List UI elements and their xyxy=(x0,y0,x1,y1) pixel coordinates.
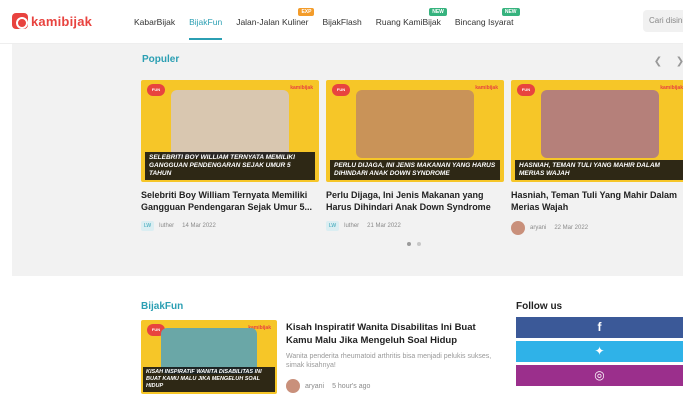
twitter-icon: ✦ xyxy=(594,344,605,358)
populer-title: Populer xyxy=(142,54,180,65)
chevron-left-icon[interactable]: ❮ xyxy=(650,54,666,70)
nav-item-jalan-jalan-kuliner[interactable]: Jalan-Jalan Kuliner EXP xyxy=(236,0,315,44)
thumbnail-caption: SELEBRITI BOY WILLIAM TERNYATA MEMILIKI … xyxy=(145,152,315,180)
author-badge: LW xyxy=(326,221,340,231)
card-title[interactable]: Hasniah, Teman Tuli Yang Mahir Dalam Mer… xyxy=(511,189,683,213)
brand-watermark: kamibijak xyxy=(660,85,683,91)
nav-badge: EXP xyxy=(298,8,315,16)
carousel-dot[interactable] xyxy=(407,242,411,246)
nav-label: Bincang Isyarat xyxy=(454,17,514,27)
main-nav: KabarBijak BijakFun Jalan-Jalan Kuliner EXP… xyxy=(134,0,528,44)
populer-section: Populer ❮ ❯ FUN kamibijak SELEBRITI BOY WI… xyxy=(12,44,683,276)
card-thumbnail[interactable]: FUN kamibijak PERLU DIJAGA, INI JENIS MAKA… xyxy=(326,80,504,182)
nav-label: Ruang KamiBijak xyxy=(375,17,441,27)
facebook-icon: f xyxy=(597,320,602,334)
follow-us-title: Follow us xyxy=(516,301,563,312)
nav-label: BijakFun xyxy=(189,17,223,27)
populer-card[interactable]: FUN kamibijak PERLU DIJAGA, INI JENIS MAKA… xyxy=(326,80,504,231)
thumbnail-caption: KISAH INSPIRATIF WANITA DISABILITAS INI … xyxy=(143,367,275,392)
brand-watermark: kamibijak xyxy=(290,85,313,91)
author-name[interactable]: luther xyxy=(159,223,174,229)
logo-text: kamibijak xyxy=(31,13,93,29)
instagram-icon: ◎ xyxy=(594,368,605,382)
card-date: 14 Mar 2022 xyxy=(182,223,216,229)
author-name[interactable]: aryani xyxy=(530,225,546,231)
article-time: 5 hour's ago xyxy=(332,382,371,390)
card-title[interactable]: Perlu Dijaga, Ini Jenis Makanan yang Har… xyxy=(326,189,504,213)
thumbnail-caption: HASNIAH, TEMAN TULI YANG MAHIR DALAM MER… xyxy=(515,160,683,180)
nav-item-bijakflash[interactable]: BijakFlash xyxy=(322,0,361,44)
nav-item-bijakfun[interactable]: BijakFun xyxy=(189,0,223,44)
article-meta: aryani 5 hour's ago xyxy=(286,379,370,393)
nav-label: Jalan-Jalan Kuliner xyxy=(236,17,309,27)
fun-tag: FUN xyxy=(517,84,535,96)
carousel-dot[interactable] xyxy=(417,242,421,246)
search-input[interactable]: Cari disini xyxy=(643,10,683,32)
twitter-button[interactable]: ✦ xyxy=(516,341,683,362)
nav-badge: NEW xyxy=(429,8,447,16)
avatar xyxy=(511,221,525,235)
populer-card[interactable]: FUN kamibijak SELEBRITI BOY WILLIAM TERNYA… xyxy=(141,80,319,231)
card-title[interactable]: Selebriti Boy William Ternyata Memiliki … xyxy=(141,189,319,213)
card-photo xyxy=(171,90,289,158)
article-title[interactable]: Kisah Inspiratif Wanita Disabilitas Ini … xyxy=(286,321,496,347)
card-meta: LW luther 14 Mar 2022 xyxy=(141,221,319,231)
nav-label: KabarBijak xyxy=(134,17,176,27)
card-photo xyxy=(541,90,659,158)
fun-tag: FUN xyxy=(332,84,350,96)
nav-item-ruang-kamibijak[interactable]: Ruang KamiBijak NEW xyxy=(375,0,447,44)
card-meta: LW luther 21 Mar 2022 xyxy=(326,221,504,231)
nav-badge: NEW xyxy=(501,8,520,16)
fun-tag: FUN xyxy=(147,84,165,96)
card-date: 21 Mar 2022 xyxy=(367,223,401,229)
populer-card[interactable]: FUN kamibijak HASNIAH, TEMAN TULI YANG MAH… xyxy=(511,80,683,235)
avatar xyxy=(286,379,300,393)
carousel-dots xyxy=(407,242,427,246)
kamibijak-logo-icon xyxy=(12,13,28,29)
author-name[interactable]: aryani xyxy=(305,383,324,390)
chevron-right-icon[interactable]: ❯ xyxy=(672,54,683,70)
card-photo xyxy=(356,90,474,158)
card-thumbnail[interactable]: FUN kamibijak HASNIAH, TEMAN TULI YANG MAH… xyxy=(511,80,683,182)
bijakfun-title: BijakFun xyxy=(141,301,184,312)
card-meta: aryani 22 Mar 2022 xyxy=(511,221,683,235)
facebook-button[interactable]: f xyxy=(516,317,683,338)
kamibijak-logo[interactable]: kamibijak xyxy=(12,11,92,31)
author-name[interactable]: luther xyxy=(344,223,359,229)
instagram-button[interactable]: ◎ xyxy=(516,365,683,386)
card-date: 22 Mar 2022 xyxy=(554,225,589,231)
nav-item-bincang-isyarat[interactable]: Bincang Isyarat NEW xyxy=(454,0,520,44)
thumbnail-caption: PERLU DIJAGA, INI JENIS MAKANAN YANG HAR… xyxy=(330,160,500,180)
article-thumbnail[interactable]: FUN kamibijak KISAH INSPIRATIF WANITA DI… xyxy=(141,320,277,394)
nav-item-kabarbijak[interactable]: KabarBijak xyxy=(134,0,175,44)
author-badge: LW xyxy=(141,221,155,231)
article-description: Wanita penderita rheumatoid arthritis bi… xyxy=(286,353,492,369)
top-header: kamibijak KabarBijak BijakFun Jalan-Jalan … xyxy=(0,0,683,44)
nav-label: BijakFlash xyxy=(322,17,362,27)
brand-watermark: kamibijak xyxy=(475,85,498,91)
card-thumbnail[interactable]: FUN kamibijak SELEBRITI BOY WILLIAM TERNYA… xyxy=(141,80,319,182)
